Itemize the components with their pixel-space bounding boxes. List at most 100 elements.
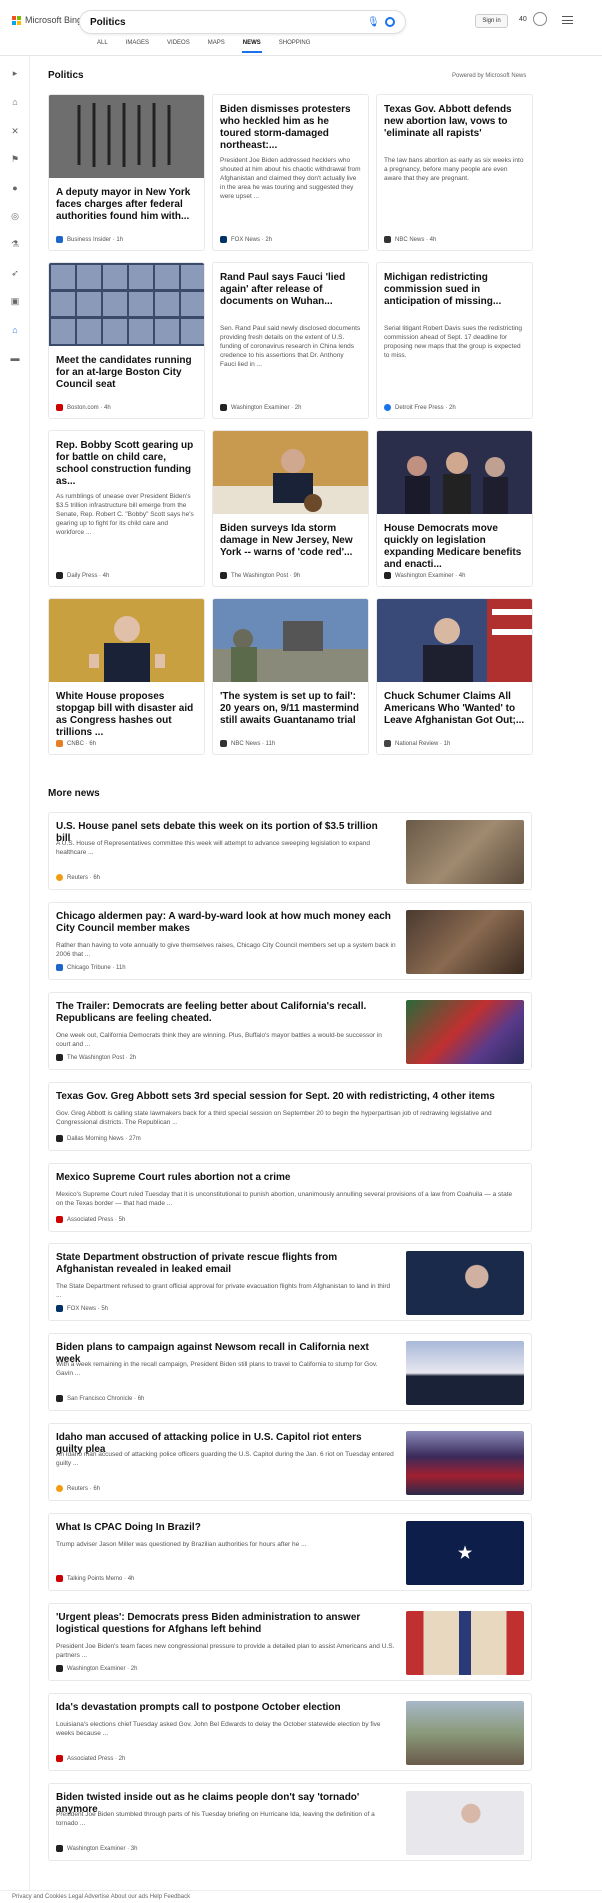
news-source: San Francisco Chronicle · 6h — [56, 1395, 144, 1402]
news-title[interactable]: Texas Gov. Abbott defends new abortion l… — [384, 104, 525, 152]
rocket-icon[interactable]: ➶ — [10, 268, 20, 278]
flag-icon[interactable]: ⚑ — [10, 154, 20, 164]
news-card[interactable]: House Democrats move quickly on legislat… — [376, 430, 533, 587]
news-title[interactable]: What Is CPAC Doing In Brazil? — [56, 1522, 391, 1534]
news-card[interactable]: Biden dismisses protesters who heckled h… — [212, 94, 369, 251]
news-row[interactable]: Texas Gov. Greg Abbott sets 3rd special … — [48, 1082, 532, 1151]
news-row[interactable]: Ida's devastation prompts call to postpo… — [48, 1693, 532, 1771]
news-snippet: President Joe Biden addressed hecklers w… — [220, 157, 361, 200]
card-icon[interactable]: ▬ — [10, 353, 20, 363]
news-source: Dallas Morning News · 27m — [56, 1135, 141, 1142]
news-title[interactable]: 'The system is set up to fail': 20 years… — [220, 691, 361, 739]
science-icon[interactable]: ⚗ — [10, 239, 20, 249]
news-card[interactable]: 'The system is set up to fail': 20 years… — [212, 598, 369, 755]
news-title[interactable]: Michigan redistricting commission sued i… — [384, 272, 525, 320]
section-title: Politics — [48, 70, 84, 81]
source-logo-icon — [384, 236, 391, 243]
news-title[interactable]: Meet the candidates running for an at-la… — [56, 355, 197, 403]
news-source: Talking Points Memo · 4h — [56, 1575, 134, 1582]
microphone-icon[interactable]: 🎙 — [367, 17, 380, 28]
news-image — [213, 431, 368, 514]
tab-shopping[interactable]: SHOPPING — [270, 40, 320, 54]
news-card[interactable]: White House proposes stopgap bill with d… — [48, 598, 205, 755]
news-row[interactable]: Biden twisted inside out as he claims pe… — [48, 1783, 532, 1861]
news-title[interactable]: House Democrats move quickly on legislat… — [384, 523, 525, 571]
news-title[interactable]: A deputy mayor in New York faces charges… — [56, 187, 197, 235]
home-icon[interactable]: ⌂ — [10, 97, 20, 107]
source-logo-icon — [384, 404, 391, 411]
tools-icon[interactable]: ✕ — [10, 126, 20, 136]
news-source: Washington Examiner · 3h — [56, 1845, 137, 1852]
news-title[interactable]: 'Urgent pleas': Democrats press Biden ad… — [56, 1612, 391, 1636]
source-logo-icon — [56, 404, 63, 411]
news-card[interactable]: Meet the candidates running for an at-la… — [48, 262, 205, 419]
search-icon[interactable] — [385, 17, 395, 27]
news-title[interactable]: Rep. Bobby Scott gearing up for battle o… — [56, 440, 197, 488]
news-title[interactable]: State Department obstruction of private … — [56, 1252, 391, 1276]
source-logo-icon — [220, 740, 227, 747]
news-source: Boston.com · 4h — [56, 404, 111, 411]
search-input[interactable]: Politics — [90, 17, 367, 28]
source-logo-icon — [384, 740, 391, 747]
source-logo-icon — [56, 1845, 63, 1852]
news-row[interactable]: Idaho man accused of attacking police in… — [48, 1423, 532, 1501]
news-source: The Washington Post · 9h — [220, 572, 300, 579]
search-box[interactable]: Politics 🎙 — [80, 11, 405, 33]
news-title[interactable]: Chuck Schumer Claims All Americans Who '… — [384, 691, 525, 739]
tab-news[interactable]: NEWS — [234, 40, 270, 54]
news-row[interactable]: U.S. House panel sets debate this week o… — [48, 812, 532, 890]
expand-icon[interactable]: ▸ — [10, 68, 20, 78]
news-row[interactable]: 'Urgent pleas': Democrats press Biden ad… — [48, 1603, 532, 1681]
news-title[interactable]: Rand Paul says Fauci 'lied again' after … — [220, 272, 361, 320]
powered-by: Powered by Microsoft News — [452, 73, 527, 79]
news-title[interactable]: Texas Gov. Greg Abbott sets 3rd special … — [56, 1091, 516, 1103]
bank-icon[interactable]: ⌂ — [10, 325, 20, 335]
news-title[interactable]: Chicago aldermen pay: A ward-by-ward loo… — [56, 911, 391, 935]
news-card[interactable]: Michigan redistricting commission sued i… — [376, 262, 533, 419]
news-image — [377, 431, 532, 514]
source-logo-icon — [56, 236, 63, 243]
search-tabs: ALL IMAGES VIDEOS MAPS NEWS SHOPPING — [88, 40, 319, 54]
news-snippet: A U.S. House of Representatives committe… — [56, 840, 370, 856]
news-title[interactable]: Ida's devastation prompts call to postpo… — [56, 1702, 391, 1714]
tab-images[interactable]: IMAGES — [117, 40, 158, 54]
news-source: Washington Examiner · 4h — [384, 572, 465, 579]
news-title[interactable]: Mexico Supreme Court rules abortion not … — [56, 1172, 516, 1184]
news-source: Detroit Free Press · 2h — [384, 404, 456, 411]
news-card[interactable]: Texas Gov. Abbott defends new abortion l… — [376, 94, 533, 251]
news-card[interactable]: Rand Paul says Fauci 'lied again' after … — [212, 262, 369, 419]
news-row[interactable]: What Is CPAC Doing In Brazil? Trump advi… — [48, 1513, 532, 1591]
news-source: Reuters · 6h — [56, 874, 100, 881]
film-icon[interactable]: ▣ — [10, 296, 20, 306]
news-row[interactable]: The Trailer: Democrats are feeling bette… — [48, 992, 532, 1070]
hamburger-menu-icon[interactable] — [562, 16, 573, 24]
news-row[interactable]: Chicago aldermen pay: A ward-by-ward loo… — [48, 902, 532, 980]
rewards-icon[interactable] — [533, 12, 547, 26]
news-title[interactable]: Biden surveys Ida storm damage in New Je… — [220, 523, 361, 571]
bing-logo[interactable]: Microsoft Bing — [12, 15, 82, 25]
news-card[interactable]: Rep. Bobby Scott gearing up for battle o… — [48, 430, 205, 587]
news-row[interactable]: Biden plans to campaign against Newsom r… — [48, 1333, 532, 1411]
news-title[interactable]: White House proposes stopgap bill with d… — [56, 691, 197, 739]
news-title[interactable]: Biden dismisses protesters who heckled h… — [220, 104, 361, 152]
tab-all[interactable]: ALL — [88, 40, 117, 54]
rewards-points[interactable]: 40 — [519, 16, 527, 23]
news-card[interactable]: A deputy mayor in New York faces charges… — [48, 94, 205, 251]
news-source: National Review · 1h — [384, 740, 450, 747]
news-thumbnail — [406, 910, 524, 974]
news-row[interactable]: State Department obstruction of private … — [48, 1243, 532, 1321]
sign-in-button[interactable]: Sign in — [475, 14, 508, 28]
globe-icon[interactable]: ◎ — [10, 211, 20, 221]
news-card[interactable]: Chuck Schumer Claims All Americans Who '… — [376, 598, 533, 755]
tab-videos[interactable]: VIDEOS — [158, 40, 199, 54]
news-source: Reuters · 6h — [56, 1485, 100, 1492]
location-icon[interactable]: ● — [10, 183, 20, 193]
news-source: NBC News · 11h — [220, 740, 275, 747]
source-logo-icon — [56, 1485, 63, 1492]
news-snippet: The law bans abortion as early as six we… — [384, 157, 524, 182]
tab-maps[interactable]: MAPS — [199, 40, 234, 54]
news-card[interactable]: Biden surveys Ida storm damage in New Je… — [212, 430, 369, 587]
news-title[interactable]: The Trailer: Democrats are feeling bette… — [56, 1001, 391, 1025]
news-row[interactable]: Mexico Supreme Court rules abortion not … — [48, 1163, 532, 1232]
news-source: Daily Press · 4h — [56, 572, 109, 579]
